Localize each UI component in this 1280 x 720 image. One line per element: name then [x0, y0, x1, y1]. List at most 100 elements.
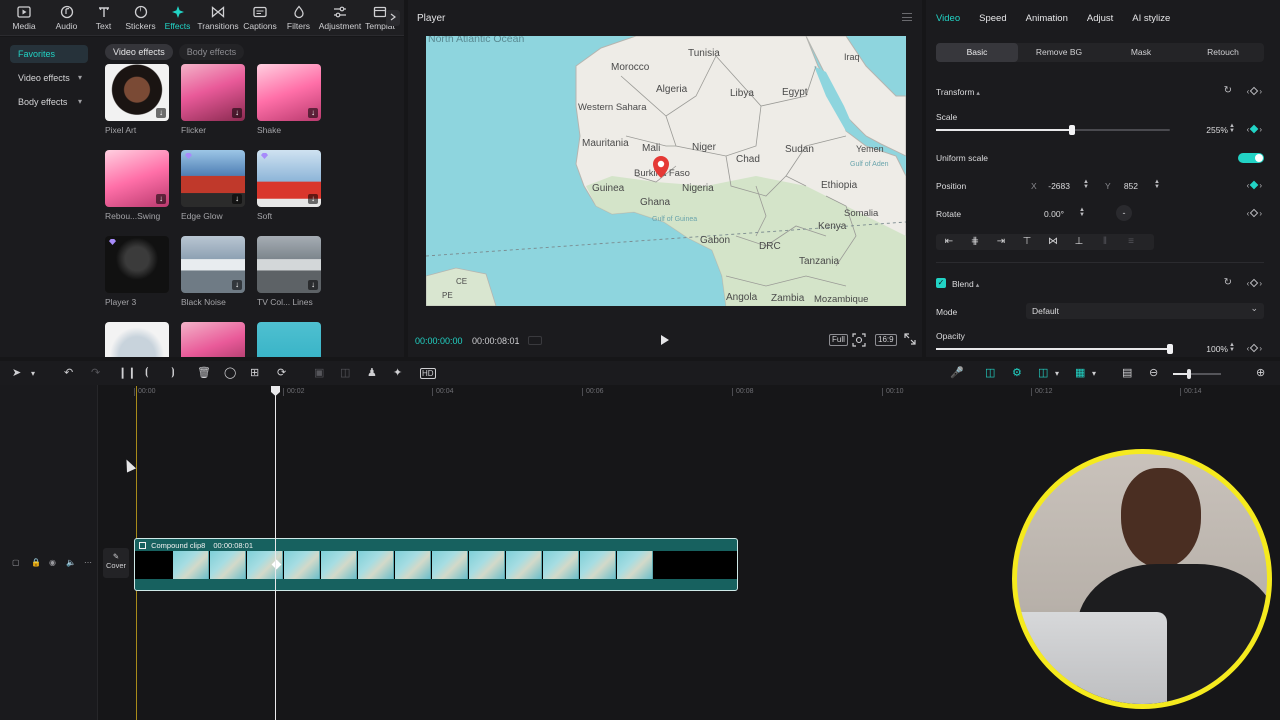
- microphone-icon[interactable]: 🎤: [950, 366, 964, 379]
- undo-icon[interactable]: ↶: [64, 366, 73, 379]
- align-top-icon[interactable]: ⊤: [1014, 234, 1040, 250]
- scale-value[interactable]: 255%: [1188, 125, 1228, 135]
- keyframe-icon[interactable]: [1250, 180, 1259, 190]
- lock-icon[interactable]: 🔒: [31, 558, 41, 567]
- chevron-down-icon[interactable]: ▾: [31, 369, 35, 378]
- delete-icon[interactable]: 🗑: [197, 366, 211, 379]
- toolbar-more-button[interactable]: [386, 10, 400, 26]
- keyframe-icon[interactable]: [1250, 124, 1259, 134]
- category-favorites[interactable]: Favorites: [10, 45, 88, 63]
- motion-track-icon[interactable]: ⟳: [277, 366, 286, 379]
- blend-section-title[interactable]: Blend: [952, 279, 979, 289]
- tool-stickers[interactable]: Stickers: [122, 0, 159, 36]
- distribute-v-icon[interactable]: ≡: [1118, 234, 1144, 250]
- position-x-input[interactable]: -2683: [1042, 181, 1070, 191]
- effect-item[interactable]: ↓ Rebou...Swing: [105, 150, 169, 236]
- keyframe-icon[interactable]: [1250, 208, 1259, 218]
- split-icon[interactable]: ❙❙: [118, 366, 136, 379]
- position-keyframe[interactable]: ‹ ›: [1247, 180, 1262, 190]
- link-main-track-icon[interactable]: ◫: [985, 366, 995, 379]
- download-icon[interactable]: ↓: [308, 194, 318, 204]
- eye-icon[interactable]: ◉: [49, 558, 56, 567]
- tool-text[interactable]: Text: [85, 0, 122, 36]
- mirror-icon[interactable]: ◫: [340, 366, 350, 379]
- full-quality-button[interactable]: Full: [829, 334, 848, 346]
- position-y-stepper[interactable]: ▲ ▼: [1153, 179, 1161, 190]
- align-center-v-icon[interactable]: ⋈: [1040, 234, 1066, 250]
- category-body-effects[interactable]: Body effects ▾: [10, 93, 88, 111]
- tool-media[interactable]: Media: [0, 0, 48, 36]
- subtab-basic[interactable]: Basic: [936, 43, 1018, 62]
- effect-item[interactable]: [257, 322, 321, 357]
- rotate-keyframe[interactable]: ‹ ›: [1247, 208, 1262, 218]
- crop-icon[interactable]: ⊞: [250, 366, 259, 379]
- uniform-scale-toggle[interactable]: [1238, 153, 1264, 163]
- select-tool-icon[interactable]: ➤: [12, 366, 21, 379]
- fullscreen-icon[interactable]: [904, 333, 916, 348]
- cover-button[interactable]: ✎ Cover: [103, 548, 129, 578]
- effect-item[interactable]: [181, 322, 245, 357]
- download-icon[interactable]: ↓: [156, 108, 166, 118]
- tool-captions[interactable]: Captions: [240, 0, 280, 36]
- keyframe-icon[interactable]: [1250, 278, 1259, 288]
- subtab-mask[interactable]: Mask: [1100, 43, 1182, 62]
- keyframe-icon[interactable]: [1250, 86, 1259, 96]
- align-bottom-icon[interactable]: ⊥: [1066, 234, 1092, 250]
- tab-body-effects[interactable]: Body effects: [178, 44, 245, 60]
- chevron-down-icon[interactable]: ▾: [1055, 369, 1059, 378]
- time-ruler[interactable]: 00:00 00:02 00:04 00:06 00:08 00:10 00:1…: [134, 388, 1280, 400]
- reset-icon[interactable]: ↻: [1224, 277, 1232, 288]
- tool-adjustment[interactable]: Adjustment: [317, 0, 363, 36]
- more-icon[interactable]: ⋯: [84, 558, 92, 567]
- rotate-input[interactable]: 0.00°: [1036, 209, 1064, 219]
- download-icon[interactable]: ↓: [308, 280, 318, 290]
- effect-item[interactable]: ↓ Shake: [257, 64, 321, 150]
- align-left-icon[interactable]: ⇤: [936, 234, 962, 250]
- zoom-in-icon[interactable]: ⊕: [1256, 366, 1265, 379]
- chevron-down-icon[interactable]: ▾: [1092, 369, 1096, 378]
- opacity-value[interactable]: 100%: [1188, 344, 1228, 354]
- tab-animation[interactable]: Animation: [1026, 13, 1068, 24]
- magic-wand-icon[interactable]: ✦: [393, 366, 402, 379]
- effect-item[interactable]: ↓ Soft: [257, 150, 321, 236]
- play-button[interactable]: [661, 335, 669, 345]
- download-icon[interactable]: ↓: [232, 194, 242, 204]
- effect-item[interactable]: ↓ Flicker: [181, 64, 245, 150]
- keyframe-nav[interactable]: ‹ ›: [1247, 278, 1262, 288]
- keyframe-nav[interactable]: ‹ ›: [1247, 86, 1262, 96]
- effect-item[interactable]: [105, 322, 169, 357]
- playhead-line[interactable]: [275, 386, 276, 720]
- timecode-grid-icon[interactable]: [528, 336, 542, 345]
- distribute-h-icon[interactable]: ‖: [1092, 234, 1118, 250]
- split-right-icon[interactable]: ⦘: [171, 366, 175, 379]
- speaker-icon[interactable]: 🔈: [66, 558, 76, 567]
- download-icon[interactable]: ↓: [232, 108, 242, 118]
- hd-icon[interactable]: HD: [420, 368, 436, 379]
- tool-effects[interactable]: Effects: [159, 0, 196, 36]
- zoom-slider-handle[interactable]: [1187, 369, 1191, 379]
- preview-axis-icon[interactable]: ▦: [1075, 366, 1085, 379]
- opacity-stepper[interactable]: ▲ ▼: [1228, 342, 1236, 353]
- scale-stepper[interactable]: ▲ ▼: [1228, 123, 1236, 134]
- subtab-retouch[interactable]: Retouch: [1182, 43, 1264, 62]
- track-visibility-icon[interactable]: ▢: [12, 558, 20, 567]
- split-left-icon[interactable]: ⦗: [145, 366, 149, 379]
- download-icon[interactable]: ↓: [156, 194, 166, 204]
- effect-item[interactable]: Player 3: [105, 236, 169, 322]
- opacity-slider[interactable]: [936, 344, 1173, 354]
- menu-icon[interactable]: [902, 13, 912, 21]
- tab-speed[interactable]: Speed: [979, 13, 1006, 24]
- rotate-stepper[interactable]: ▲ ▼: [1078, 207, 1086, 218]
- scale-slider-handle[interactable]: [1068, 125, 1075, 135]
- effect-item[interactable]: ↓ Pixel Art: [105, 64, 169, 150]
- download-icon[interactable]: ↓: [308, 108, 318, 118]
- tab-adjust[interactable]: Adjust: [1087, 13, 1113, 24]
- tool-audio[interactable]: Audio: [48, 0, 85, 36]
- blend-checkbox[interactable]: ✓: [936, 278, 946, 288]
- effect-item[interactable]: ↓ Black Noise: [181, 236, 245, 322]
- link-clips-icon[interactable]: ◫: [1038, 366, 1048, 379]
- tool-filters[interactable]: Filters: [280, 0, 317, 36]
- rotate-dial[interactable]: -: [1116, 205, 1132, 221]
- scale-slider[interactable]: [936, 125, 1170, 135]
- tab-ai-stylize[interactable]: AI stylize: [1132, 13, 1170, 24]
